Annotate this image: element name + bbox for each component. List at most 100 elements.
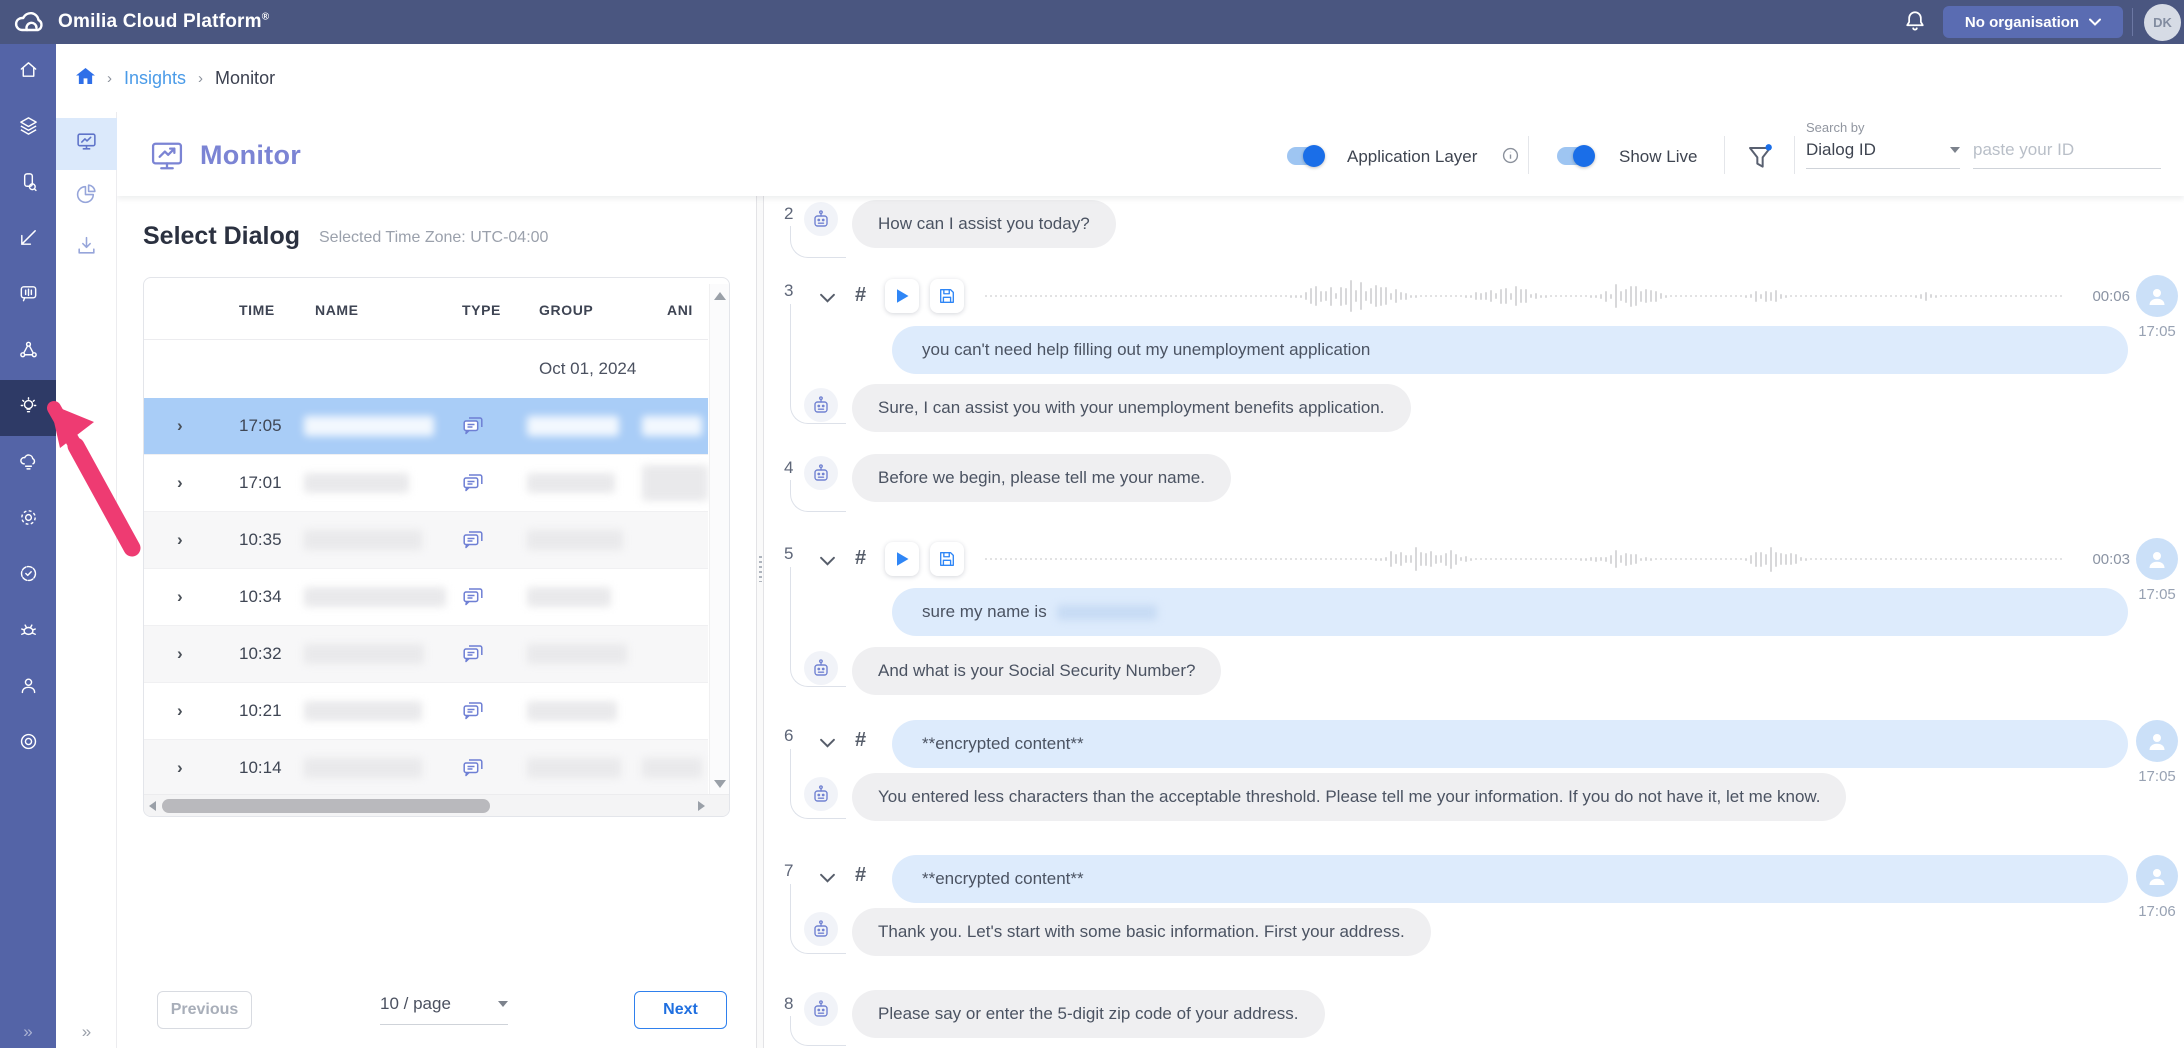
splitter-grip-icon	[759, 556, 762, 582]
sidebar-item-orchestrator[interactable]	[0, 324, 56, 380]
seal-check-icon	[18, 563, 39, 589]
sidebar-item-debug[interactable]	[0, 604, 56, 660]
subnav-item-exports[interactable]	[56, 222, 117, 274]
chat-equalizer-icon	[18, 283, 39, 309]
organisation-selector-button[interactable]: No organisation	[1943, 6, 2123, 38]
select-dialog-panel: Select Dialog Selected Time Zone: UTC-04…	[117, 196, 756, 1048]
collapse-turn-chevron-icon[interactable]	[820, 554, 834, 568]
audio-waveform[interactable]	[985, 278, 2067, 314]
robot-avatar	[804, 651, 838, 685]
dialog-row[interactable]: › 10:21	[144, 683, 708, 740]
save-audio-button[interactable]	[930, 542, 964, 576]
panel-splitter[interactable]	[756, 196, 764, 1048]
sidebar-item-layers[interactable]	[0, 100, 56, 156]
hash-icon[interactable]: #	[855, 547, 866, 570]
set-square-icon	[18, 227, 39, 253]
search-by-label: Search by	[1806, 120, 1865, 135]
robot-avatar	[804, 388, 838, 422]
dialog-row[interactable]: › 10:32	[144, 626, 708, 683]
expand-chevron-icon[interactable]: ›	[177, 416, 183, 436]
previous-page-button[interactable]: Previous	[157, 991, 252, 1029]
dialog-id-input[interactable]	[1973, 140, 2161, 169]
timezone-label: Selected Time Zone: UTC-04:00	[319, 229, 548, 247]
robot-avatar	[804, 992, 838, 1026]
hash-icon[interactable]: #	[855, 864, 866, 887]
info-icon[interactable]	[1502, 147, 1519, 169]
chevron-down-icon	[1950, 147, 1960, 153]
scroll-right-icon[interactable]	[698, 801, 705, 811]
sidebar-item-insights[interactable]	[0, 380, 56, 436]
dialog-row[interactable]: › 10:35	[144, 512, 708, 569]
redacted-group	[527, 758, 621, 778]
breadcrumb-current: Monitor	[215, 68, 275, 89]
table-header-row: TIME NAME TYPE GROUP ANI	[144, 278, 708, 340]
sidebar-collapse-button[interactable]: »	[0, 1022, 56, 1042]
expand-chevron-icon[interactable]: ›	[177, 758, 183, 778]
hash-icon[interactable]: #	[855, 284, 866, 307]
next-page-button[interactable]: Next	[634, 991, 727, 1029]
subnav-item-reports[interactable]	[56, 170, 117, 222]
robot-avatar	[804, 777, 838, 811]
sidebar-item-voice-device[interactable]	[0, 156, 56, 212]
play-audio-button[interactable]	[885, 279, 919, 313]
filter-funnel-icon[interactable]	[1745, 142, 1775, 179]
scrollbar-thumb[interactable]	[162, 799, 490, 813]
application-layer-label: Application Layer	[1347, 147, 1477, 167]
hash-icon[interactable]: #	[855, 729, 866, 752]
collapse-turn-chevron-icon[interactable]	[820, 291, 834, 305]
dialog-row[interactable]: › 10:14	[144, 740, 708, 797]
breadcrumb-link-insights[interactable]: Insights	[124, 68, 186, 89]
turn-number: 8	[784, 994, 793, 1014]
scroll-up-icon[interactable]	[714, 292, 726, 300]
sidebar-item-settings[interactable]	[0, 492, 56, 548]
sidebar-item-conversations[interactable]	[0, 268, 56, 324]
home-icon[interactable]	[76, 67, 95, 90]
collapse-turn-chevron-icon[interactable]	[820, 871, 834, 885]
scroll-left-icon[interactable]	[149, 801, 156, 811]
dialog-time: 17:01	[239, 473, 282, 493]
expand-chevron-icon[interactable]: ›	[177, 530, 183, 550]
user-message-bubble: you can't need help filling out my unemp…	[892, 326, 2128, 374]
redacted-name	[1057, 605, 1157, 620]
audio-waveform[interactable]	[985, 541, 2067, 577]
search-by-select[interactable]: Dialog ID	[1806, 140, 1960, 169]
expand-chevron-icon[interactable]: ›	[177, 473, 183, 493]
redacted-group	[527, 587, 611, 607]
subnav-item-monitor[interactable]	[56, 118, 117, 170]
bot-message-bubble: How can I assist you today?	[852, 200, 1116, 248]
page-size-select[interactable]: 10 / page	[380, 994, 508, 1025]
application-layer-toggle[interactable]	[1287, 147, 1323, 165]
play-audio-button[interactable]	[885, 542, 919, 576]
primary-sidebar: »	[0, 44, 56, 1048]
column-header-ani: ANI	[667, 302, 693, 318]
robot-avatar	[804, 912, 838, 946]
dialog-row[interactable]: › 17:05	[144, 398, 708, 455]
expand-chevron-icon[interactable]: ›	[177, 587, 183, 607]
registered-mark: ®	[262, 12, 270, 23]
bell-icon[interactable]	[1903, 9, 1927, 40]
horizontal-scrollbar[interactable]	[144, 794, 730, 816]
page-title: Monitor	[200, 140, 301, 171]
scroll-down-icon[interactable]	[714, 780, 726, 788]
sidebar-item-home[interactable]	[0, 44, 56, 100]
sidebar-item-deploy[interactable]	[0, 436, 56, 492]
chat-bubbles-icon	[461, 585, 485, 614]
dialog-row[interactable]: › 10:34	[144, 569, 708, 626]
sidebar-item-design-tools[interactable]	[0, 212, 56, 268]
dialog-time: 17:05	[239, 416, 282, 436]
subnav-collapse-button[interactable]: »	[56, 1022, 117, 1042]
show-live-toggle[interactable]	[1557, 147, 1593, 165]
dialog-row[interactable]: › 17:01	[144, 455, 708, 512]
sidebar-item-quality[interactable]	[0, 548, 56, 604]
vertical-scrollbar[interactable]	[709, 284, 729, 796]
user-avatar-initials[interactable]: DK	[2144, 4, 2181, 41]
brand-title: Omilia Cloud Platform®	[58, 11, 269, 33]
page-header: Monitor Application Layer Show Live Sear…	[117, 112, 2184, 196]
expand-chevron-icon[interactable]: ›	[177, 644, 183, 664]
sidebar-item-users[interactable]	[0, 660, 56, 716]
collapse-turn-chevron-icon[interactable]	[820, 736, 834, 750]
chat-bubbles-icon	[461, 528, 485, 557]
sidebar-item-support[interactable]	[0, 716, 56, 772]
expand-chevron-icon[interactable]: ›	[177, 701, 183, 721]
save-audio-button[interactable]	[930, 279, 964, 313]
